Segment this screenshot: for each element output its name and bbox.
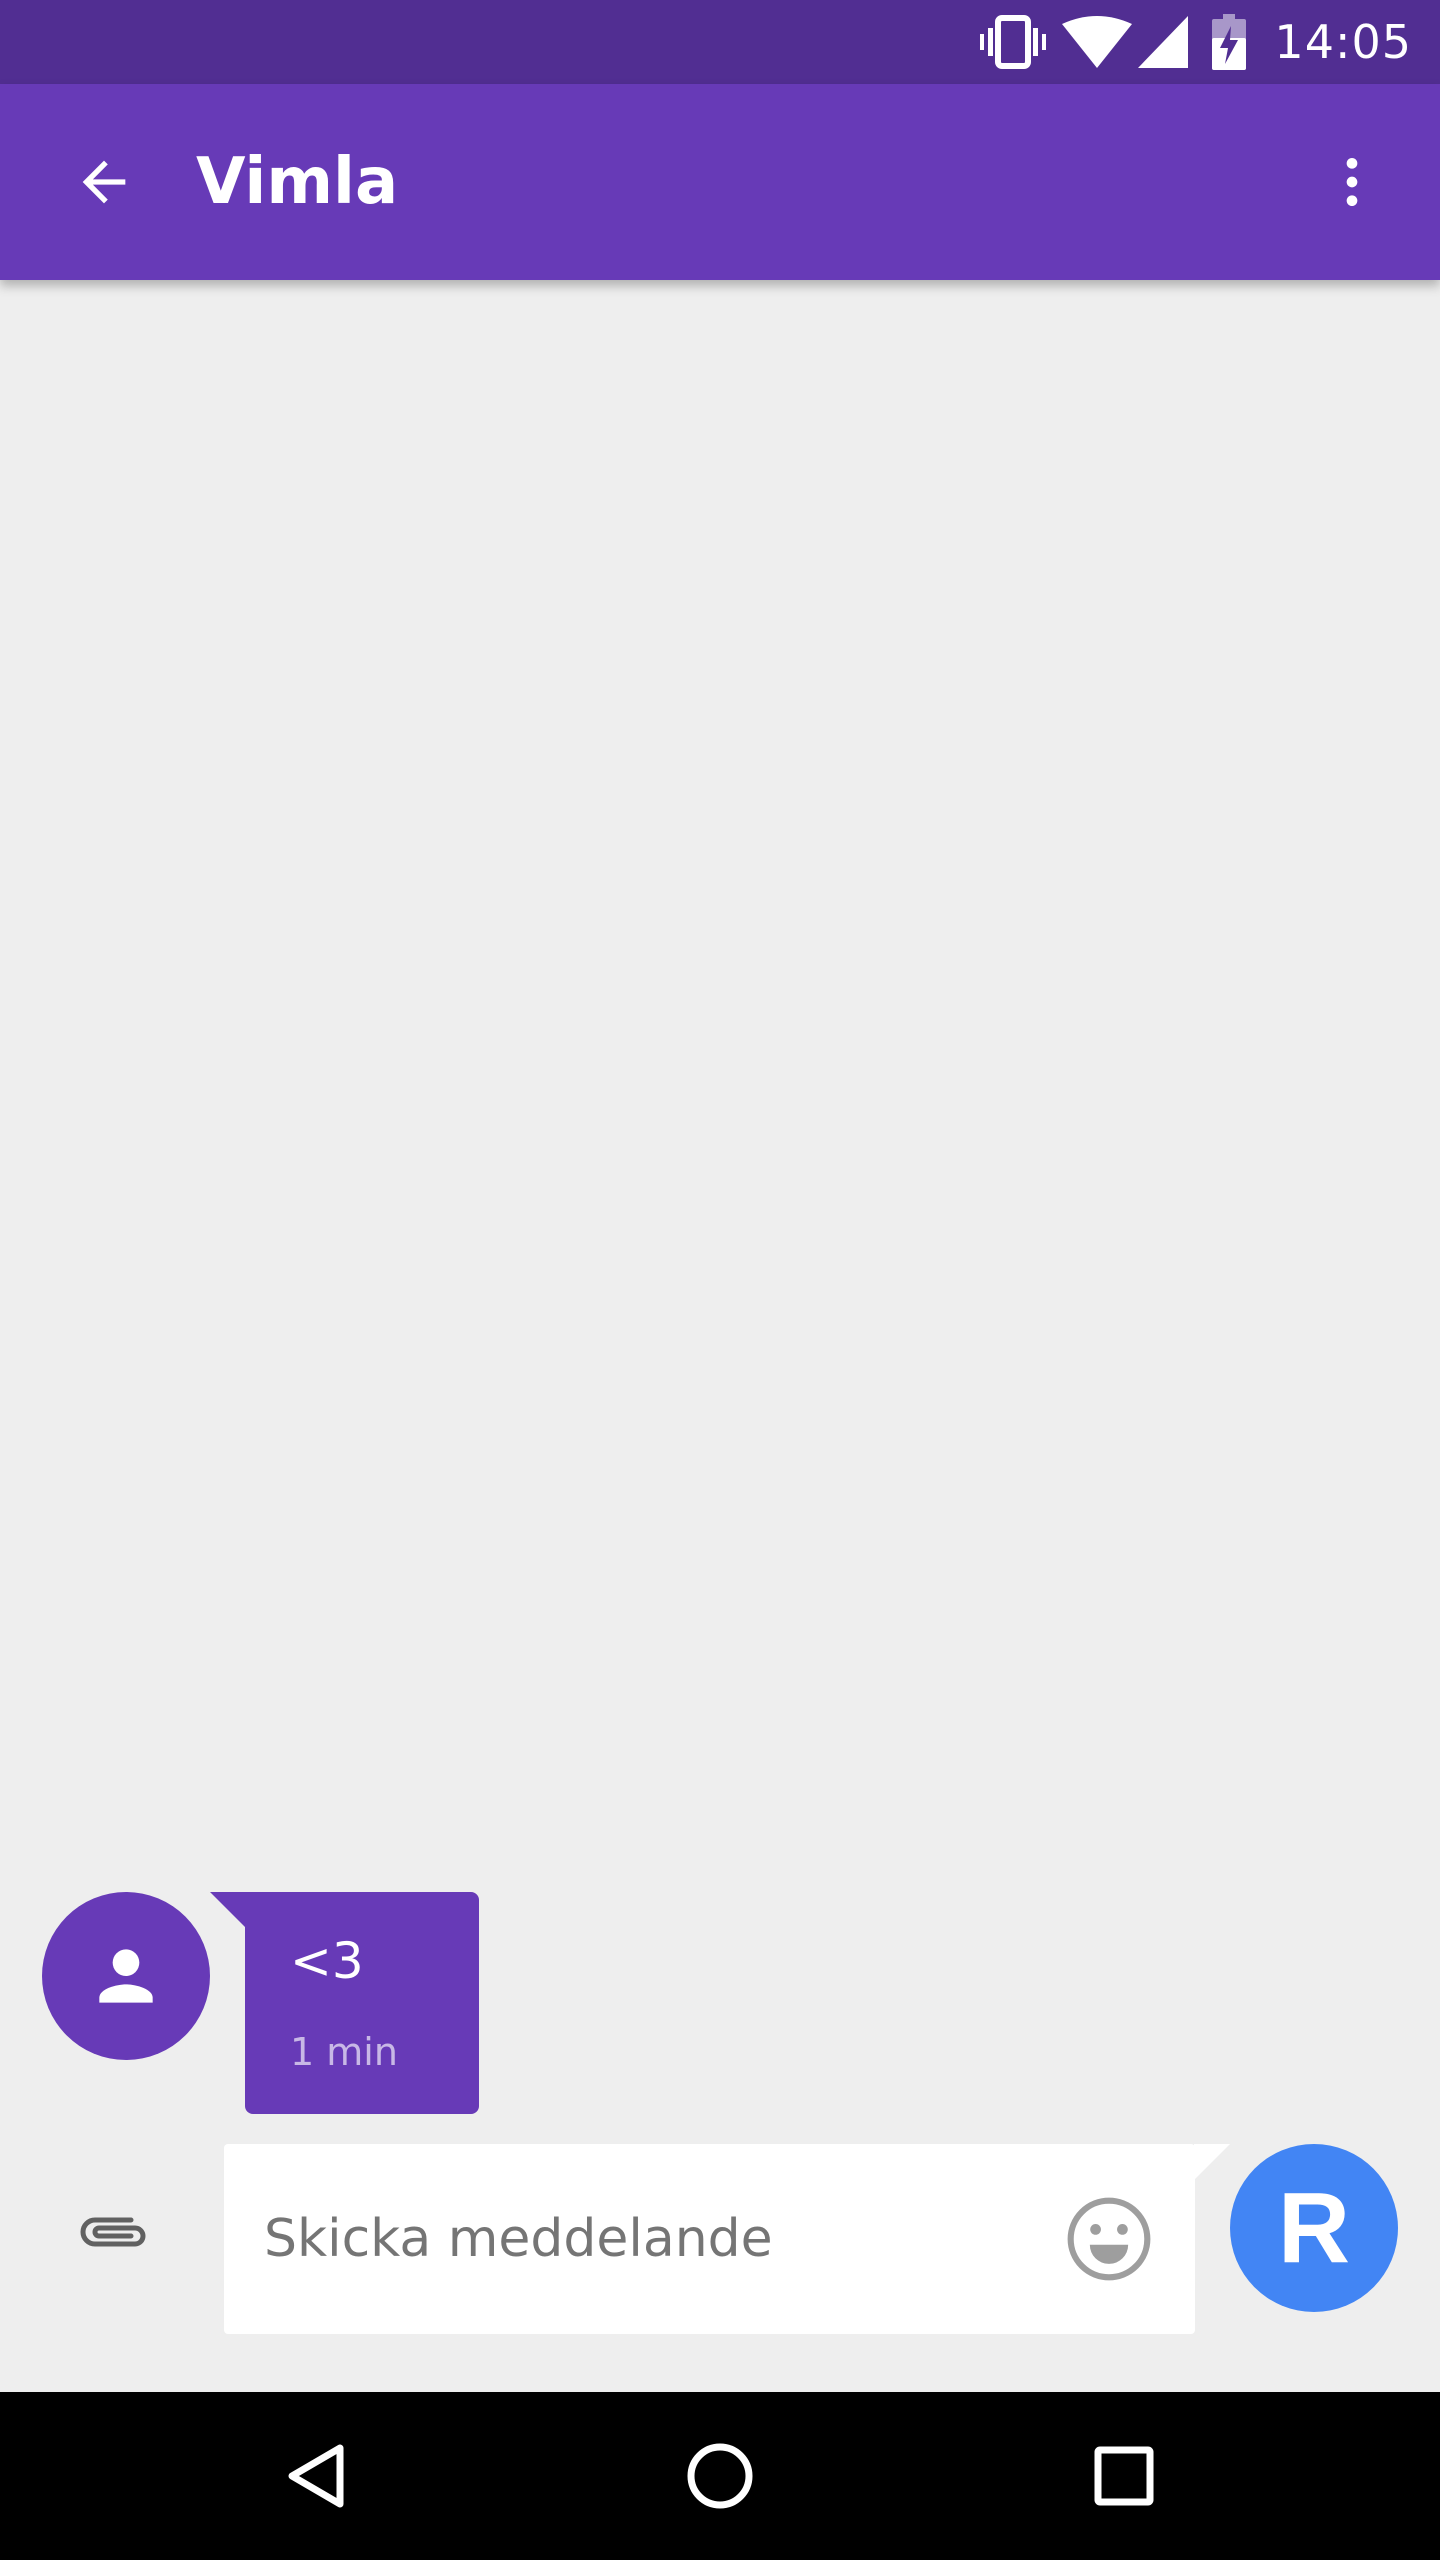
status-time: 14:05 — [1274, 15, 1412, 69]
paperclip-icon — [80, 2217, 146, 2247]
compose-field-tail — [1194, 2144, 1230, 2180]
nav-back-icon — [288, 2444, 344, 2508]
back-button[interactable] — [52, 130, 156, 234]
compose-field — [224, 2144, 1195, 2334]
vibrate-icon — [980, 15, 1047, 69]
nav-home-icon — [687, 2443, 753, 2509]
conversation-title: Vimla — [196, 145, 399, 219]
wifi-icon — [1062, 16, 1133, 68]
overflow-menu-button[interactable] — [1300, 130, 1404, 234]
nav-recents-button[interactable] — [1064, 2416, 1184, 2536]
status-icons: 14:05 — [980, 0, 1440, 84]
app-bar: Vimla — [0, 84, 1440, 280]
nav-home-button[interactable] — [660, 2416, 780, 2536]
emoji-icon — [1067, 2197, 1151, 2281]
message-text: <3 — [290, 1932, 364, 1990]
self-avatar-send-button[interactable]: R — [1230, 2144, 1398, 2312]
contact-avatar[interactable] — [42, 1892, 210, 2060]
nav-recents-icon — [1094, 2446, 1154, 2506]
attach-button[interactable] — [62, 2180, 166, 2284]
person-icon — [99, 1949, 153, 2003]
emoji-button[interactable] — [1054, 2184, 1164, 2294]
message-bubble-tail — [210, 1892, 246, 1928]
message-bubble[interactable]: <3 1 min — [245, 1892, 479, 2114]
message-timestamp: 1 min — [290, 2030, 398, 2074]
message-input[interactable] — [264, 2144, 1044, 2334]
message-list[interactable]: <3 1 min — [0, 280, 1440, 2140]
status-bar: 14:05 — [0, 0, 1440, 84]
cellular-signal-icon — [1138, 16, 1189, 68]
battery-charging-icon — [1212, 14, 1247, 70]
nav-back-button[interactable] — [256, 2416, 376, 2536]
system-nav-bar — [0, 2392, 1440, 2560]
more-vert-icon — [1346, 158, 1358, 206]
arrow-back-icon — [82, 160, 126, 204]
